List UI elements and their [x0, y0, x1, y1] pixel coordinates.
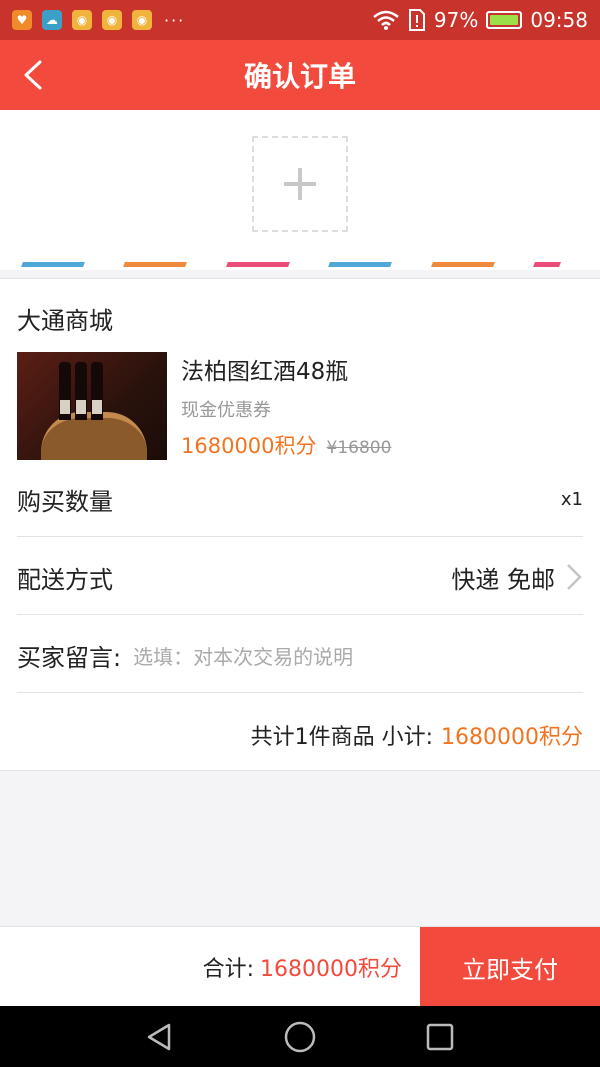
product-name: 法柏图红酒48瓶	[181, 359, 349, 385]
shipping-row[interactable]: 配送方式 快递 免邮	[17, 557, 583, 597]
stripe-segment	[430, 262, 495, 267]
notification-app-icon: ◉	[102, 10, 122, 30]
stripe-segment	[21, 262, 86, 267]
stripe-segment	[225, 262, 291, 267]
subtotal-value: 1680000积分	[441, 725, 583, 750]
top-bar: 确认订单	[0, 40, 600, 110]
product-original-price: ¥16800	[326, 438, 392, 458]
envelope-stripe	[0, 262, 600, 270]
add-address-button[interactable]	[252, 136, 348, 232]
notification-app-icon: ☁	[42, 10, 62, 30]
notification-app-icon: ◉	[132, 10, 152, 30]
subtotal-label: 共计1件商品 小计:	[250, 725, 434, 750]
notification-app-icon: ♥	[12, 10, 32, 30]
battery-percent: 97%	[433, 8, 479, 32]
nav-back-button[interactable]	[140, 1017, 180, 1057]
divider	[17, 614, 583, 615]
page-title: 确认订单	[243, 60, 356, 93]
quantity-value: x1	[560, 488, 583, 510]
total-label: 合计:	[202, 957, 255, 982]
stripe-segment	[533, 262, 561, 267]
subtotal-row: 共计1件商品 小计: 1680000积分	[17, 715, 583, 755]
divider	[17, 536, 583, 537]
quantity-label: 购买数量	[17, 487, 113, 516]
product-image	[17, 352, 167, 460]
message-row[interactable]: 买家留言: 选填：对本次交易的说明	[17, 635, 583, 675]
message-label: 买家留言:	[17, 643, 122, 672]
wifi-icon	[373, 10, 399, 30]
square-recents-icon	[426, 1023, 454, 1050]
nav-home-button[interactable]	[280, 1017, 320, 1057]
sim-alert-icon	[408, 9, 425, 31]
product-coupon: 现金优惠券	[181, 400, 271, 421]
chevron-right-icon	[567, 564, 582, 590]
battery-level	[490, 15, 518, 25]
total-section: 合计: 1680000积分	[0, 927, 420, 1007]
system-nav-bar	[0, 1006, 600, 1067]
product-points-price: 1680000积分	[181, 434, 317, 458]
triangle-back-icon	[147, 1023, 171, 1050]
message-input[interactable]: 选填：对本次交易的说明	[133, 641, 353, 670]
battery-icon	[486, 11, 523, 29]
nav-recents-button[interactable]	[420, 1017, 460, 1057]
shipping-value: 快递 免邮	[451, 565, 555, 594]
total-value: 1680000积分	[260, 957, 402, 982]
stripe-segment	[123, 262, 188, 267]
order-card: 大通商城 法柏图红酒48瓶 现金优惠券 1680000积分 ¥16800 购买数…	[0, 278, 600, 771]
shipping-label: 配送方式	[17, 565, 113, 594]
shop-name: 大通商城	[17, 307, 113, 335]
divider	[17, 692, 583, 693]
address-section	[0, 110, 600, 268]
checkout-bar: 合计: 1680000积分 立即支付	[0, 926, 600, 1007]
pay-now-button[interactable]: 立即支付	[420, 927, 600, 1007]
stripe-segment	[328, 262, 393, 267]
plus-icon	[284, 168, 316, 200]
quantity-row: 购买数量 x1	[17, 479, 583, 519]
circle-home-icon	[284, 1021, 316, 1052]
notification-overflow-icon: ···	[164, 10, 186, 30]
clock: 09:58	[530, 8, 588, 32]
chevron-left-icon	[24, 60, 42, 90]
back-button[interactable]	[20, 60, 48, 90]
product-item[interactable]: 法柏图红酒48瓶 现金优惠券 1680000积分 ¥16800	[17, 352, 583, 460]
status-notification-icons: ♥ ☁ ◉ ◉ ◉ ···	[12, 10, 185, 30]
notification-app-icon: ◉	[72, 10, 92, 30]
status-bar: ♥ ☁ ◉ ◉ ◉ ··· 97% 09:58	[0, 0, 600, 40]
